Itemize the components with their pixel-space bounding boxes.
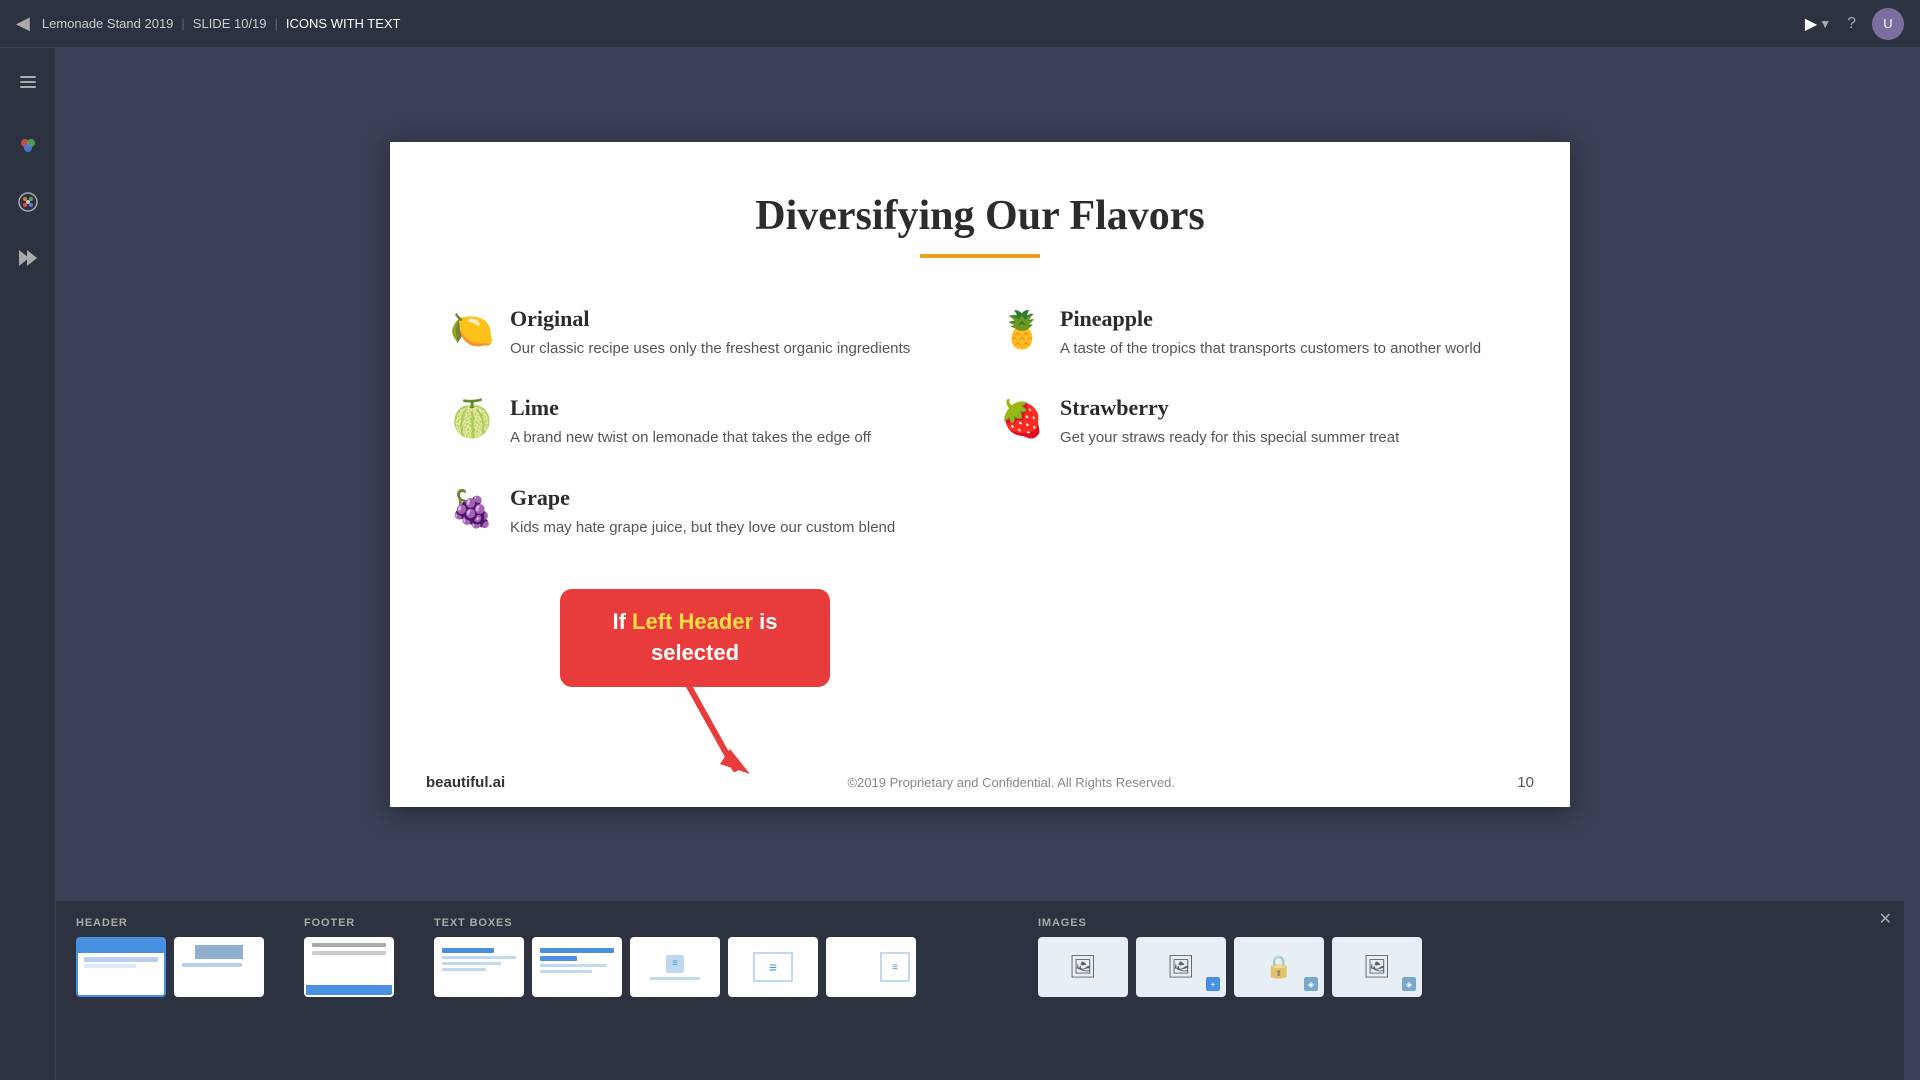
textbox-thumb-2[interactable]: [532, 937, 622, 997]
header-thumb-1[interactable]: [76, 937, 166, 997]
slide-number: SLIDE 10/19: [193, 16, 267, 31]
item-desc-strawberry: Get your straws ready for this special s…: [1060, 427, 1399, 449]
item-text-pineapple: Pineapple A taste of the tropics that tr…: [1060, 306, 1481, 360]
item-icon-grape: 🍇: [450, 487, 494, 531]
footer-thumbs: [304, 937, 394, 997]
footer-thumb-1[interactable]: [304, 937, 394, 997]
bottom-section-textboxes-label: TEXT BOXES: [434, 917, 998, 929]
item-desc-grape: Kids may hate grape juice, but they love…: [510, 517, 895, 539]
textbox-thumb-5[interactable]: ≡: [826, 937, 916, 997]
slide-title: Diversifying Our Flavors: [390, 142, 1570, 240]
slide-name: ICONS WITH TEXT: [286, 16, 401, 31]
item-desc-lime: A brand new twist on lemonade that takes…: [510, 427, 871, 449]
header-thumbs: [76, 937, 264, 997]
bottom-section-images: IMAGES 🖼 🖼 + 🔒 ◈ 🖼 ◈: [1038, 917, 1884, 997]
image-thumb-4[interactable]: 🖼 ◈: [1332, 937, 1422, 997]
tooltip-highlight: Left Header: [632, 609, 753, 634]
item-pineapple: 🍍 Pineapple A taste of the tropics that …: [1000, 288, 1510, 378]
play-dropdown[interactable]: ▼: [1819, 17, 1831, 31]
tooltip-arrow: [675, 679, 755, 779]
avatar[interactable]: U: [1872, 8, 1904, 40]
textbox-thumb-3[interactable]: ≡: [630, 937, 720, 997]
avatar-initials: U: [1883, 16, 1892, 31]
image-thumbs: 🖼 🖼 + 🔒 ◈ 🖼 ◈: [1038, 937, 1884, 997]
image-thumb-3[interactable]: 🔒 ◈: [1234, 937, 1324, 997]
item-icon-original: 🍋: [450, 308, 494, 352]
topbar-right: ▶ ▼ ? U: [1805, 8, 1904, 40]
bottom-section-textboxes: TEXT BOXES: [434, 917, 998, 997]
slide-footer: beautiful.ai ©2019 Proprietary and Confi…: [390, 774, 1570, 791]
bottom-panel: ✕ HEADER FOOTER: [56, 900, 1904, 1080]
play-button[interactable]: ▶ ▼: [1805, 14, 1831, 34]
item-icon-strawberry: 🍓: [1000, 397, 1044, 441]
item-text-grape: Grape Kids may hate grape juice, but the…: [510, 485, 895, 539]
item-title-strawberry: Strawberry: [1060, 395, 1399, 421]
item-grape: 🍇 Grape Kids may hate grape juice, but t…: [450, 467, 960, 557]
header-thumb-2[interactable]: [174, 937, 264, 997]
textbox-thumb-1[interactable]: [434, 937, 524, 997]
sidebar: [0, 48, 56, 1080]
item-desc-pineapple: A taste of the tropics that transports c…: [1060, 338, 1481, 360]
slide-divider: [920, 254, 1040, 258]
slide: Diversifying Our Flavors 🍋 Original Our …: [390, 142, 1570, 807]
sidebar-menu-icon[interactable]: [10, 64, 46, 100]
item-original: 🍋 Original Our classic recipe uses only …: [450, 288, 960, 378]
item-strawberry: 🍓 Strawberry Get your straws ready for t…: [1000, 377, 1510, 467]
sidebar-palette-icon[interactable]: [10, 184, 46, 220]
item-title-original: Original: [510, 306, 910, 332]
item-title-pineapple: Pineapple: [1060, 306, 1481, 332]
sidebar-forward-icon[interactable]: [10, 240, 46, 276]
tooltip-bubble: If Left Header is selected: [560, 589, 830, 687]
bottom-section-header-label: HEADER: [76, 917, 264, 929]
bottom-section-images-label: IMAGES: [1038, 917, 1884, 929]
copyright: ©2019 Proprietary and Confidential. All …: [847, 775, 1175, 790]
main-area: Diversifying Our Flavors 🍋 Original Our …: [56, 48, 1904, 900]
right-panel-strip: [1904, 48, 1920, 1080]
help-icon[interactable]: ?: [1847, 15, 1856, 33]
item-icon-pineapple: 🍍: [1000, 308, 1044, 352]
item-title-lime: Lime: [510, 395, 871, 421]
image-thumb-1[interactable]: 🖼: [1038, 937, 1128, 997]
textbox-thumbs: ≡ ≡ ≡: [434, 937, 998, 997]
textbox-thumb-4[interactable]: ≡: [728, 937, 818, 997]
item-text-lime: Lime A brand new twist on lemonade that …: [510, 395, 871, 449]
items-grid: 🍋 Original Our classic recipe uses only …: [390, 288, 1570, 557]
close-panel-button[interactable]: ✕: [1879, 909, 1892, 929]
bottom-section-footer: FOOTER: [304, 917, 394, 997]
item-text-strawberry: Strawberry Get your straws ready for thi…: [1060, 395, 1399, 449]
sidebar-colors-icon[interactable]: [10, 128, 46, 164]
project-name: Lemonade Stand 2019: [42, 16, 174, 31]
tooltip-text-before: If: [612, 609, 632, 634]
page-number: 10: [1517, 774, 1534, 791]
back-button[interactable]: ◀: [16, 13, 30, 34]
bottom-section-header: HEADER: [76, 917, 264, 997]
breadcrumb: Lemonade Stand 2019 | SLIDE 10/19 | ICON…: [42, 16, 401, 31]
brand-name: beautiful.ai: [426, 774, 505, 791]
item-desc-original: Our classic recipe uses only the freshes…: [510, 338, 910, 360]
item-title-grape: Grape: [510, 485, 895, 511]
play-icon: ▶: [1805, 14, 1817, 34]
topbar: ◀ Lemonade Stand 2019 | SLIDE 10/19 | IC…: [0, 0, 1920, 48]
item-lime: 🍈 Lime A brand new twist on lemonade tha…: [450, 377, 960, 467]
item-icon-lime: 🍈: [450, 397, 494, 441]
item-text-original: Original Our classic recipe uses only th…: [510, 306, 910, 360]
bottom-section-footer-label: FOOTER: [304, 917, 394, 929]
image-thumb-2[interactable]: 🖼 +: [1136, 937, 1226, 997]
